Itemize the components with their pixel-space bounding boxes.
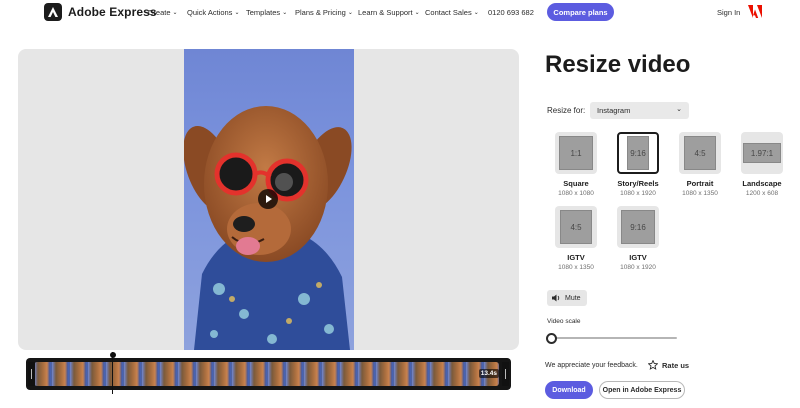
video-timeline[interactable]: 13.4s	[26, 358, 511, 390]
chevron-down-icon: ⌄	[414, 10, 420, 16]
feedback-text: We appreciate your feedback.	[545, 362, 638, 369]
trim-handle-start[interactable]	[28, 362, 35, 386]
ratio-box: 9:16	[627, 136, 649, 170]
ratio-label: 1.97:1	[750, 148, 774, 158]
ratio-box: 1.97:1	[743, 143, 781, 163]
platform-select-value: Instagram	[597, 106, 631, 115]
nav-plans-pricing-label: Plans & Pricing	[295, 8, 346, 17]
nav-templates[interactable]: Templates ⌄	[246, 8, 287, 17]
brand[interactable]: Adobe Express	[44, 3, 157, 21]
trim-handle-end[interactable]	[502, 362, 509, 386]
brand-name: Adobe Express	[68, 5, 157, 19]
nav-quick-actions[interactable]: Quick Actions ⌄	[187, 8, 239, 17]
open-in-adobe-express-button[interactable]: Open in Adobe Express	[599, 381, 685, 399]
nav-phone-label: 0120 693 682	[488, 8, 534, 17]
chevron-down-icon: ⌄	[347, 10, 353, 16]
chevron-down-icon: ⌄	[172, 10, 178, 16]
resize-video-page: Adobe Express Create ⌄ Quick Actions ⌄ Tem…	[0, 0, 800, 408]
video-scale-label: Video scale	[547, 318, 581, 325]
preset-name: Landscape	[742, 179, 782, 188]
nav-create-label: Create	[148, 8, 171, 17]
ratio-label: 1:1	[570, 148, 582, 158]
nav-quick-actions-label: Quick Actions	[187, 8, 233, 17]
ratio-box: 9:16	[621, 210, 655, 244]
ratio-box: 4:5	[684, 136, 716, 170]
video-preview	[18, 49, 519, 350]
nav-learn-support-label: Learn & Support	[358, 8, 413, 17]
preset-igtv-9-16[interactable]: 9:16	[617, 206, 659, 248]
timeline-thumbnail-strip	[34, 362, 499, 386]
mute-label: Mute	[565, 294, 581, 302]
nav-contact-sales[interactable]: Contact Sales ⌄	[425, 8, 479, 17]
ratio-label: 4:5	[570, 222, 582, 232]
preset-name: Portrait	[686, 179, 714, 188]
nav-contact-sales-label: Contact Sales	[425, 8, 472, 17]
top-nav: Adobe Express Create ⌄ Quick Actions ⌄ Tem…	[0, 0, 800, 26]
video-frame[interactable]	[184, 49, 354, 350]
preset-dimensions: 1080 x 1920	[620, 190, 656, 197]
preset-story-reels[interactable]: 9:16	[617, 132, 659, 174]
video-scale-thumb[interactable]	[546, 333, 557, 344]
page-title: Resize video	[545, 51, 691, 78]
preset-dimensions: 1200 x 608	[745, 190, 779, 197]
mute-button[interactable]: Mute	[547, 290, 587, 306]
preset-dimensions: 1080 x 1920	[620, 264, 656, 271]
duration-badge: 13.4s	[478, 369, 499, 378]
ratio-label: 9:16	[630, 222, 646, 232]
nav-plans-pricing[interactable]: Plans & Pricing ⌄	[295, 8, 353, 17]
download-button[interactable]: Download	[545, 381, 593, 399]
preset-portrait[interactable]: 4:5	[679, 132, 721, 174]
preset-square[interactable]: 1:1	[555, 132, 597, 174]
ratio-box: 4:5	[560, 210, 592, 244]
preset-dimensions: 1080 x 1080	[558, 190, 594, 197]
chevron-down-icon: ⌄	[676, 106, 682, 113]
speaker-icon	[552, 294, 560, 302]
star-icon	[648, 360, 658, 370]
ratio-box: 1:1	[559, 136, 593, 170]
chevron-down-icon: ⌄	[234, 10, 240, 16]
playhead-scrubber[interactable]	[109, 352, 116, 394]
ratio-label: 4:5	[694, 148, 706, 158]
chevron-down-icon: ⌄	[473, 10, 479, 16]
nav-templates-label: Templates	[246, 8, 281, 17]
rate-us-label: Rate us	[662, 360, 690, 370]
timeline-frame-dividers	[34, 362, 499, 386]
play-icon[interactable]	[258, 189, 278, 209]
video-scale-track[interactable]	[551, 337, 677, 339]
preset-igtv-4-5[interactable]: 4:5	[555, 206, 597, 248]
preset-dimensions: 1080 x 1350	[558, 264, 594, 271]
ratio-label: 9:16	[630, 148, 646, 158]
nav-phone[interactable]: 0120 693 682	[488, 8, 534, 17]
nav-create[interactable]: Create ⌄	[148, 8, 178, 17]
rate-us-button[interactable]: Rate us	[648, 360, 689, 370]
resize-for-label: Resize for:	[547, 106, 586, 115]
platform-select[interactable]: Instagram ⌄	[590, 102, 689, 119]
adobe-logo-icon[interactable]	[748, 5, 762, 18]
chevron-down-icon: ⌄	[282, 10, 288, 16]
preset-landscape[interactable]: 1.97:1	[741, 132, 783, 174]
preset-name: Story/Reels	[617, 179, 659, 188]
preset-name: Square	[563, 179, 589, 188]
adobe-express-logo-icon	[44, 3, 62, 21]
preset-name: IGTV	[567, 253, 585, 262]
compare-plans-button[interactable]: Compare plans	[547, 3, 614, 21]
preset-dimensions: 1080 x 1350	[682, 190, 718, 197]
nav-learn-support[interactable]: Learn & Support ⌄	[358, 8, 420, 17]
preset-name: IGTV	[629, 253, 647, 262]
sign-in-link[interactable]: Sign In	[717, 8, 740, 17]
